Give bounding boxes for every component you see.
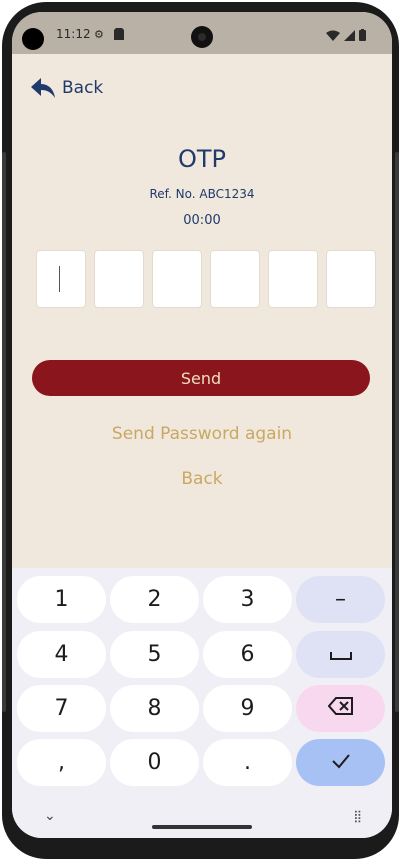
key-9[interactable]: 9 xyxy=(203,685,292,732)
send-button[interactable]: Send xyxy=(32,360,370,396)
key-4[interactable]: 4 xyxy=(17,631,106,678)
key-1[interactable]: 1 xyxy=(17,576,106,623)
checkmark-icon xyxy=(331,750,351,775)
back-link-label: Back xyxy=(62,78,104,98)
otp-digit-1[interactable] xyxy=(36,250,86,308)
back-link-bottom[interactable]: Back xyxy=(12,469,392,489)
bezel-edge-left xyxy=(2,152,6,712)
app-screen: 11:12 ⚙ Back OTP Ref. No. ABC1234 00:00 … xyxy=(12,12,392,838)
key-0[interactable]: 0 xyxy=(110,739,199,786)
bezel-edge-right xyxy=(395,152,399,712)
status-icons-right xyxy=(326,26,366,45)
battery-icon xyxy=(359,26,366,45)
page-title: OTP xyxy=(177,145,227,173)
countdown-timer: 00:00 xyxy=(183,213,221,228)
reference-number: Ref. No. ABC1234 xyxy=(149,187,255,201)
backspace-icon xyxy=(327,696,354,721)
settings-icon: ⚙ xyxy=(94,28,104,41)
numeric-keyboard: 1 2 3 – 4 5 6 7 8 9 , 0 . ⌄ ⣿ xyxy=(12,568,392,838)
signal-icon xyxy=(344,26,355,45)
key-8[interactable]: 8 xyxy=(110,685,199,732)
period-key[interactable]: . xyxy=(203,739,292,786)
back-link-top[interactable]: Back xyxy=(30,77,103,99)
key-3[interactable]: 3 xyxy=(203,576,292,623)
key-7[interactable]: 7 xyxy=(17,685,106,732)
space-bar-icon xyxy=(329,642,352,667)
reply-arrow-icon xyxy=(30,77,56,99)
key-6[interactable]: 6 xyxy=(203,631,292,678)
minus-key[interactable]: – xyxy=(296,576,385,623)
hide-keyboard-chevron-icon[interactable]: ⌄ xyxy=(44,808,56,824)
otp-digit-3[interactable] xyxy=(152,250,202,308)
status-bar: 11:12 ⚙ xyxy=(12,12,392,54)
otp-digit-5[interactable] xyxy=(268,250,318,308)
phone-bezel: 11:12 ⚙ Back OTP Ref. No. ABC1234 00:00 … xyxy=(2,2,399,859)
home-indicator[interactable] xyxy=(152,825,252,829)
key-5[interactable]: 5 xyxy=(110,631,199,678)
space-key[interactable] xyxy=(296,631,385,678)
otp-input-row xyxy=(36,250,376,308)
text-cursor xyxy=(59,266,60,292)
otp-digit-4[interactable] xyxy=(210,250,260,308)
sim-icon xyxy=(114,28,124,43)
keyboard-switch-icon[interactable]: ⣿ xyxy=(353,809,362,823)
done-key[interactable] xyxy=(296,739,385,786)
camera-cutout xyxy=(22,28,44,50)
key-2[interactable]: 2 xyxy=(110,576,199,623)
device-frame: 11:12 ⚙ Back OTP Ref. No. ABC1234 00:00 … xyxy=(0,0,401,861)
otp-digit-6[interactable] xyxy=(326,250,376,308)
status-time: 11:12 xyxy=(56,27,91,41)
backspace-key[interactable] xyxy=(296,685,385,732)
comma-key[interactable]: , xyxy=(17,739,106,786)
otp-digit-2[interactable] xyxy=(94,250,144,308)
front-camera xyxy=(191,26,213,48)
resend-password-link[interactable]: Send Password again xyxy=(12,424,392,444)
wifi-icon xyxy=(326,26,340,45)
